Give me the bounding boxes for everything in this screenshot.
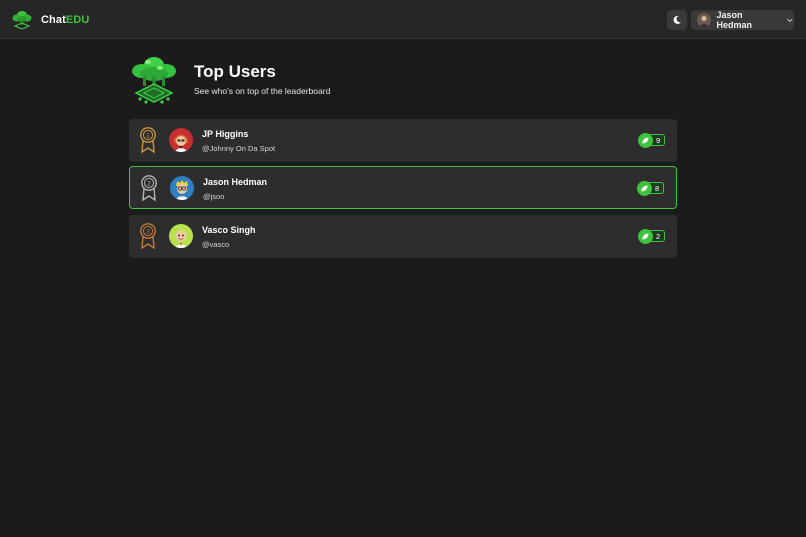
page-subtitle: See who's on top of the leaderboard xyxy=(194,86,331,96)
user-name: Jason Hedman xyxy=(203,177,268,187)
leaderboard-row-current-user[interactable]: 2 Jason Hedman @json 8 xyxy=(129,166,677,209)
leaf-icon xyxy=(637,180,652,196)
user-name: JP Higgins xyxy=(202,129,249,139)
chevron-down-icon xyxy=(787,18,793,23)
brand-name: ChatEDU xyxy=(41,14,89,26)
page-title: Top Users xyxy=(194,62,276,81)
gold-medal-icon: 1 xyxy=(140,127,156,153)
user-avatar xyxy=(169,128,193,152)
silver-medal-icon: 2 xyxy=(141,175,157,201)
user-handle: @Johnny On Da Spot xyxy=(202,144,276,153)
page-header: Top Users See who's on top of the leader… xyxy=(130,54,676,106)
user-handle: @vasco xyxy=(202,240,230,249)
bronze-medal-icon: 3 xyxy=(140,223,156,249)
user-menu-button[interactable]: Jason Hedman xyxy=(691,10,794,30)
moon-icon xyxy=(673,15,681,24)
leaderboard-tree-icon xyxy=(132,57,176,104)
user-handle: @json xyxy=(203,192,225,201)
brand-prefix: Chat xyxy=(41,14,66,26)
theme-toggle-button[interactable] xyxy=(667,10,687,30)
tree-logo-icon xyxy=(12,11,32,30)
svg-text:3: 3 xyxy=(146,229,150,236)
brand-suffix: EDU xyxy=(65,14,90,26)
brand-link[interactable]: ChatEDU xyxy=(11,8,89,32)
svg-text:2: 2 xyxy=(147,181,151,188)
leaderboard-row[interactable]: 3 Vasco Singh @vasco 2 xyxy=(129,215,677,258)
user-avatar xyxy=(169,224,193,248)
user-avatar xyxy=(697,13,711,27)
svg-text:1: 1 xyxy=(146,133,150,140)
score-badge: 9 xyxy=(638,132,665,148)
score-badge: 2 xyxy=(638,228,665,244)
user-avatar xyxy=(170,176,194,200)
leaf-icon xyxy=(638,132,653,148)
leaf-icon xyxy=(638,228,653,244)
user-name: Jason Hedman xyxy=(716,10,753,30)
leaderboard-row[interactable]: 1 JP Higgins @Johnny On Da Spot 9 xyxy=(129,119,677,162)
score-badge: 8 xyxy=(637,180,664,196)
user-name: Vasco Singh xyxy=(202,225,256,235)
top-bar: ChatEDU Jason Hedman xyxy=(0,0,806,39)
